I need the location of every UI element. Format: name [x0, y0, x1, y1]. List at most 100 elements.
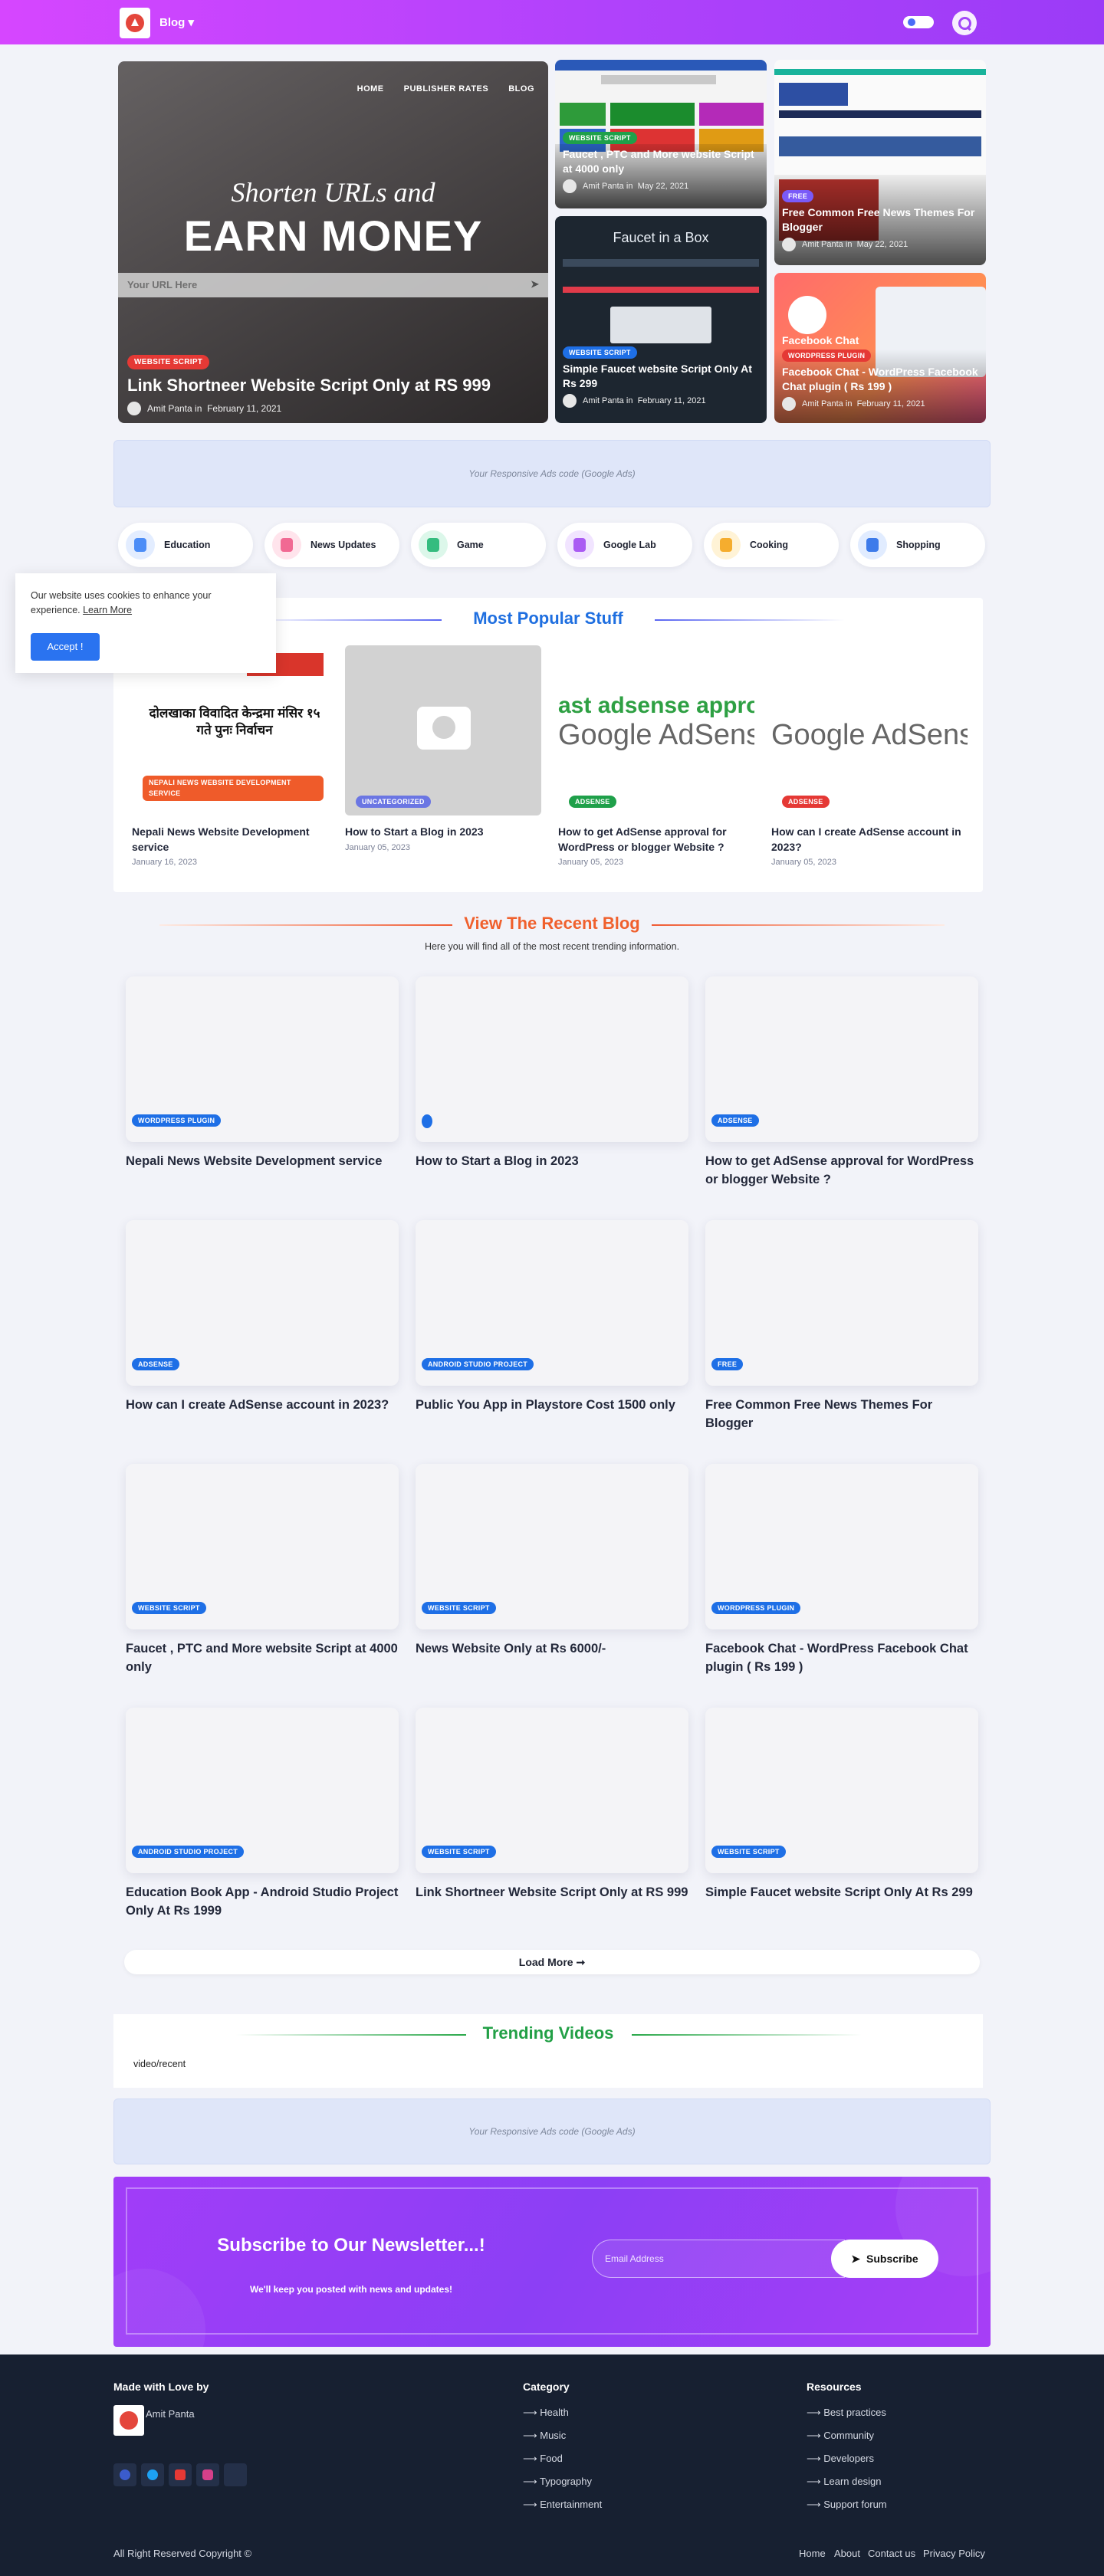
hero-card-1[interactable]: WEBSITE SCRIPT Faucet , PTC and More web… [555, 60, 767, 208]
post-title[interactable]: Faucet , PTC and More website Script at … [563, 147, 762, 176]
recent-card[interactable]: WORDPRESS PLUGIN Facebook Chat - WordPre… [705, 1464, 978, 1677]
category-badge[interactable]: WEBSITE SCRIPT [127, 355, 210, 369]
recent-card[interactable]: FREE Free Common Free News Themes For Bl… [705, 1220, 978, 1433]
instagram-icon[interactable] [196, 2463, 219, 2486]
post-title[interactable]: Free Common Free News Themes For Blogger [705, 1396, 978, 1433]
hero-card-2[interactable]: FREE Free Common Free News Themes For Bl… [774, 60, 986, 265]
footer-link[interactable]: ⟶ Health [523, 2407, 569, 2419]
category-news-updates[interactable]: News Updates [264, 523, 399, 567]
hero-card-4[interactable]: Facebook Chat WORDPRESS PLUGIN Facebook … [774, 273, 986, 423]
post-title[interactable]: Link Shortneer Website Script Only at RS… [416, 1884, 688, 1902]
category-badge[interactable]: FREE [782, 190, 814, 202]
hero-card-3[interactable]: Faucet in a Box WEBSITE SCRIPT Simple Fa… [555, 216, 767, 423]
recent-card[interactable]: WEBSITE SCRIPT Simple Faucet website Scr… [705, 1708, 978, 1902]
post-title[interactable]: Simple Faucet website Script Only At Rs … [705, 1884, 978, 1902]
footer-logo[interactable] [113, 2405, 144, 2436]
footer-link[interactable]: ⟶ Entertainment [523, 2499, 602, 2511]
recent-card[interactable]: ADSENSE How to get AdSense approval for … [705, 976, 978, 1190]
post-thumbnail[interactable]: Google AdSense ADSENSE [771, 645, 968, 815]
post-title[interactable]: Facebook Chat - WordPress Facebook Chat … [782, 365, 981, 394]
post-title[interactable]: News Website Only at Rs 6000/- [416, 1640, 688, 1659]
category-badge[interactable]: WEBSITE SCRIPT [711, 1846, 786, 1858]
category-game[interactable]: Game [411, 523, 546, 567]
category-badge[interactable]: WORDPRESS PLUGIN [711, 1602, 801, 1614]
post-title[interactable]: Faucet , PTC and More website Script at … [126, 1640, 399, 1677]
recent-card[interactable]: WEBSITE SCRIPT News Website Only at Rs 6… [416, 1464, 688, 1659]
post-thumbnail[interactable]: ADSENSE [705, 976, 978, 1142]
footer-link[interactable]: ⟶ Community [807, 2430, 874, 2442]
category-badge[interactable]: ADSENSE [569, 796, 616, 808]
footer-link[interactable]: ⟶ Food [523, 2453, 563, 2465]
category-badge[interactable]: ADSENSE [711, 1114, 759, 1127]
category-badge[interactable] [422, 1114, 432, 1128]
subscribe-button[interactable]: ➤ Subscribe [831, 2240, 938, 2278]
post-thumbnail[interactable]: WEBSITE SCRIPT [705, 1708, 978, 1873]
footer-link[interactable]: ⟶ Best practices [807, 2407, 886, 2419]
category-badge[interactable]: FREE [711, 1358, 744, 1370]
category-badge[interactable]: ANDROID STUDIO PROJECT [132, 1846, 245, 1858]
hero-featured-post[interactable]: HOME PUBLISHER RATES BLOG Shorten URLs and… [118, 61, 548, 423]
category-badge[interactable]: ANDROID STUDIO PROJECT [422, 1358, 534, 1370]
search-icon[interactable] [952, 11, 977, 35]
popular-item[interactable]: Google AdSense ADSENSE How can I create … [771, 645, 968, 867]
twitter-icon[interactable] [141, 2463, 164, 2486]
post-title[interactable]: How can I create AdSense account in 2023… [771, 825, 968, 855]
category-badge[interactable]: WORDPRESS PLUGIN [132, 1114, 222, 1127]
category-badge[interactable]: WEBSITE SCRIPT [422, 1602, 496, 1614]
load-more-button[interactable]: Load More ➞ [124, 1950, 980, 1974]
post-title[interactable]: How can I create AdSense account in 2023… [126, 1396, 399, 1415]
category-badge[interactable]: WEBSITE SCRIPT [422, 1846, 496, 1858]
post-title[interactable]: How to get AdSense approval for WordPres… [558, 825, 754, 855]
popular-item[interactable]: UNCATEGORIZED How to Start a Blog in 202… [345, 645, 541, 852]
learn-more-link[interactable]: Learn More [83, 605, 132, 615]
blog-menu[interactable]: Blog ▾ [159, 15, 194, 29]
category-badge[interactable]: WEBSITE SCRIPT [563, 132, 637, 144]
popular-item[interactable]: ast adsense approval Google AdSense ADSE… [558, 645, 754, 867]
youtube-icon[interactable] [169, 2463, 192, 2486]
category-badge[interactable]: WEBSITE SCRIPT [132, 1602, 206, 1614]
post-thumbnail[interactable]: WEBSITE SCRIPT [416, 1464, 688, 1629]
social-icon[interactable] [224, 2463, 247, 2486]
category-badge[interactable]: UNCATEGORIZED [356, 796, 431, 808]
category-badge[interactable]: WORDPRESS PLUGIN [782, 349, 872, 362]
footer-author[interactable]: Amit Panta [146, 2408, 195, 2420]
footer-bottom-link[interactable]: Contact us [868, 2548, 915, 2559]
post-thumbnail[interactable]: ANDROID STUDIO PROJECT [416, 1220, 688, 1386]
post-thumbnail[interactable]: WEBSITE SCRIPT [416, 1708, 688, 1873]
footer-bottom-link[interactable]: Privacy Policy [923, 2548, 985, 2559]
category-cooking[interactable]: Cooking [704, 523, 839, 567]
category-badge[interactable]: NEPALI NEWS WEBSITE DEVELOPMENT SERVICE [143, 776, 324, 801]
email-field[interactable]: Email Address [592, 2240, 845, 2278]
footer-link[interactable]: ⟶ Learn design [807, 2476, 881, 2488]
post-title[interactable]: Public You App in Playstore Cost 1500 on… [416, 1396, 688, 1415]
post-title[interactable]: How to Start a Blog in 2023 [416, 1153, 688, 1171]
category-shopping[interactable]: Shopping [850, 523, 985, 567]
post-title[interactable]: Nepali News Website Development service [126, 1153, 399, 1171]
popular-item[interactable]: दोलखाका विवादित केन्द्रमा मंसिर १५ गते प… [132, 645, 328, 867]
footer-link[interactable]: ⟶ Support forum [807, 2499, 887, 2511]
post-title[interactable]: How to get AdSense approval for WordPres… [705, 1153, 978, 1190]
site-logo[interactable] [120, 8, 150, 38]
post-title[interactable]: Link Shortneer Website Script Only at RS… [127, 376, 541, 395]
post-thumbnail[interactable]: WEBSITE SCRIPT [126, 1464, 399, 1629]
category-badge[interactable]: WEBSITE SCRIPT [563, 346, 637, 359]
post-thumbnail[interactable]: WORDPRESS PLUGIN [705, 1464, 978, 1629]
accept-cookies-button[interactable]: Accept ! [31, 633, 100, 661]
post-thumbnail[interactable]: FREE [705, 1220, 978, 1386]
category-google-lab[interactable]: Google Lab [557, 523, 692, 567]
dark-mode-toggle[interactable] [903, 16, 934, 28]
post-title[interactable]: Facebook Chat - WordPress Facebook Chat … [705, 1640, 978, 1677]
footer-link[interactable]: ⟶ Typography [523, 2476, 592, 2488]
post-title[interactable]: Simple Faucet website Script Only At Rs … [563, 362, 762, 391]
category-badge[interactable]: ADSENSE [782, 796, 830, 808]
post-thumbnail[interactable]: ADSENSE [126, 1220, 399, 1386]
post-title[interactable]: How to Start a Blog in 2023 [345, 825, 541, 840]
post-title[interactable]: Free Common Free News Themes For Blogger [782, 205, 981, 235]
recent-card[interactable]: WEBSITE SCRIPT Link Shortneer Website Sc… [416, 1708, 688, 1902]
recent-card[interactable]: ANDROID STUDIO PROJECT Education Book Ap… [126, 1708, 399, 1921]
recent-card[interactable]: WORDPRESS PLUGIN Nepali News Website Dev… [126, 976, 399, 1171]
recent-card[interactable]: ANDROID STUDIO PROJECT Public You App in… [416, 1220, 688, 1415]
post-thumbnail[interactable]: ANDROID STUDIO PROJECT [126, 1708, 399, 1873]
recent-card[interactable]: How to Start a Blog in 2023 [416, 976, 688, 1171]
category-badge[interactable]: ADSENSE [132, 1358, 179, 1370]
